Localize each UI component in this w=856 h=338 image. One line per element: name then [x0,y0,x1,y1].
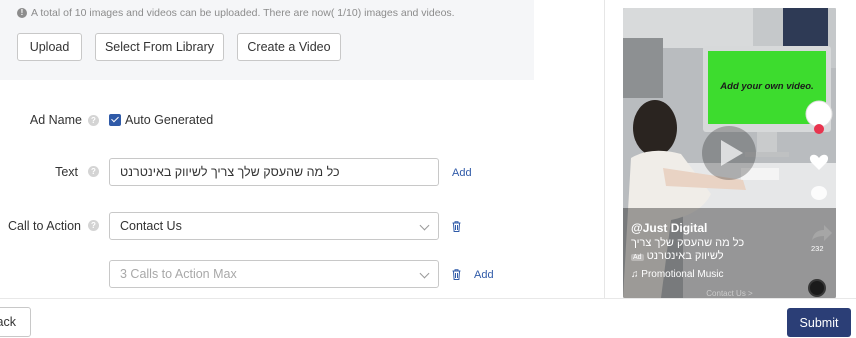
media-upload-panel: ! A total of 10 images and videos can be… [0,0,534,80]
chevron-down-icon [419,220,430,231]
info-icon: ! [17,8,27,18]
cta-label: Call to Action [8,219,81,233]
upload-notice: ! A total of 10 images and videos can be… [17,7,455,19]
text-help-icon[interactable]: ? [88,166,99,177]
cta-select[interactable]: Contact Us [109,212,439,240]
cta-trash-icon[interactable] [452,221,461,232]
preview-ad-badge: Ad [631,254,644,261]
preview-caption: כל מה שהעסק שלך צריך לשיווק באינטרנט Ad [631,237,771,264]
preview-caption-text: כל מה שהעסק שלך צריך לשיווק באינטרנט [631,237,745,262]
text-label: Text [55,165,78,179]
auto-generated-label[interactable]: Auto Generated [125,113,213,127]
submit-button[interactable]: Submit [787,308,851,337]
upload-notice-text: A total of 10 images and videos can be u… [31,7,455,19]
ad-text-value: כל מה שהעסק שלך צריך לשיווק באינטרנט [120,165,340,179]
text-add-link[interactable]: Add [452,167,472,179]
ad-creation-form: ! A total of 10 images and videos can be… [0,0,856,338]
footer-divider [0,298,856,299]
upload-button[interactable]: Upload [17,33,82,61]
preview-share-count: 232 [811,244,824,253]
back-button[interactable]: ack [0,307,31,337]
select-from-library-button[interactable]: Select From Library [95,33,224,61]
preview-account-name: @Just Digital [631,221,708,235]
auto-generated-checkbox[interactable] [109,114,121,126]
create-video-button[interactable]: Create a Video [237,33,341,61]
cta-additional-placeholder: 3 Calls to Action Max [120,267,237,281]
cta-additional-select[interactable]: 3 Calls to Action Max [109,260,439,288]
cta-help-icon[interactable]: ? [88,220,99,231]
chevron-down-icon [419,268,430,279]
preview-screen-text: Add your own video. [720,81,814,92]
video-preview-phone: Add your own video. @Just Digital כל מה … [623,8,836,298]
ad-name-help-icon[interactable]: ? [88,115,99,126]
ad-name-label: Ad Name [29,113,82,127]
preview-music: ♫ Promotional Music [631,269,724,280]
ad-text-input[interactable]: כל מה שהעסק שלך צריך לשיווק באינטרנט [109,158,439,186]
cta-add-link[interactable]: Add [474,269,494,281]
cta-additional-trash-icon[interactable] [452,269,461,280]
preview-cta: Contact Us > [706,289,753,298]
cta-select-value: Contact Us [120,219,182,233]
